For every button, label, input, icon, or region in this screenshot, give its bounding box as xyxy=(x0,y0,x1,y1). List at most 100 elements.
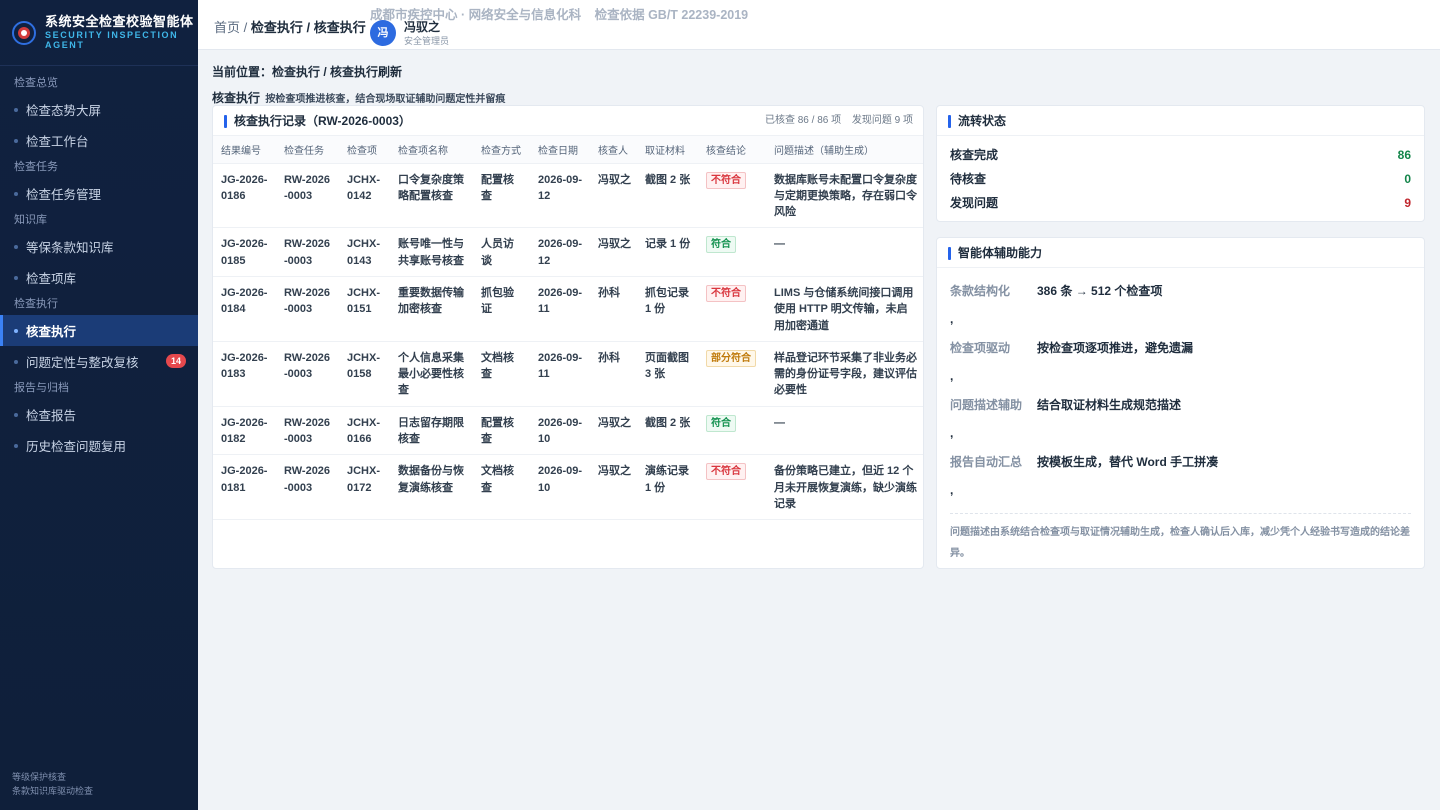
capability-separator: , xyxy=(950,426,954,440)
flow-status-row: 核查完成 86 xyxy=(937,143,1424,167)
cell-date: 2026-09-10 xyxy=(530,454,590,521)
cell-checker: 冯驭之 xyxy=(590,454,637,521)
sidebar-item[interactable]: 核查执行 xyxy=(0,315,198,346)
table-row[interactable]: JG-2026-0186 RW-2026-0003 JCHX-0142 口令复杂度策略… xyxy=(213,163,923,229)
capability-row: 条款结构化 386 条 → 512 个检查项 xyxy=(937,279,1424,302)
flow-status-label: 核查完成 xyxy=(950,148,999,162)
cell-checker: 冯驭之 xyxy=(590,163,637,229)
cell-name: 重要数据传输加密核查 xyxy=(390,276,473,342)
sidebar-item-label: 检查项库 xyxy=(26,272,77,286)
sidebar-item[interactable]: 检查任务管理 xyxy=(0,178,198,209)
cell-date: 2026-09-12 xyxy=(530,163,590,229)
cell-method: 文档核查 xyxy=(473,341,530,407)
sidebar-item[interactable]: 历史检查问题复用 xyxy=(0,430,198,461)
sidebar-item-label: 历史检查问题复用 xyxy=(26,440,127,454)
capability-row: 问题描述辅助 结合取证材料生成规范描述 xyxy=(937,393,1424,416)
user-role: 安全管理员 xyxy=(404,36,450,46)
sidebar-item-label: 检查工作台 xyxy=(26,135,89,149)
records-card-title: 核查执行记录（RW-2026-0003） 已核查 86 / 86 项 发现问题 … xyxy=(213,106,923,136)
capability-separator: , xyxy=(950,483,954,497)
cell-item: JCHX-0142 xyxy=(339,163,390,229)
count-badge: 14 xyxy=(165,354,186,368)
cell-method: 配置核查 xyxy=(473,406,530,456)
cell-item: JCHX-0143 xyxy=(339,227,390,277)
result-tag: 符合 xyxy=(706,236,736,254)
flow-status-title: 流转状态 xyxy=(937,106,1424,136)
user-name[interactable]: 冯驭之 xyxy=(404,18,440,35)
sidebar-item[interactable]: 检查项库 xyxy=(0,262,198,293)
sidebar-item[interactable]: 问题定性与整改复核 14 xyxy=(0,346,198,377)
cell-description: 样品登记环节采集了非业务必需的身份证号字段，建议评估必要性 xyxy=(766,341,923,407)
cell-name: 个人信息采集最小必要性核查 xyxy=(390,341,473,407)
cell-description: — xyxy=(766,227,923,277)
flow-status-row: 待核查 0 xyxy=(937,167,1424,191)
capability-card: 智能体辅助能力 条款结构化 386 条 → 512 个检查项, 检查项驱动 按检查项逐… xyxy=(936,237,1425,569)
breadcrumb-home[interactable]: 首页 xyxy=(214,20,240,35)
cell-task: RW-2026-0003 xyxy=(276,341,339,407)
cell-evidence: 截图 2 张 xyxy=(637,163,698,229)
table-row[interactable]: JG-2026-0184 RW-2026-0003 JCHX-0151 重要数据传输加… xyxy=(213,276,923,342)
column-header: 检查日期 xyxy=(530,136,590,164)
avatar[interactable]: 冯 xyxy=(370,20,396,46)
sidebar-footer-line1: 等级保护核查 xyxy=(12,772,67,782)
org-name: 成都市疾控中心 · 网络安全与信息化科 xyxy=(370,8,582,22)
result-tag: 不符合 xyxy=(706,284,746,302)
sidebar-item-label: 核查执行 xyxy=(26,325,77,339)
cell-result: 不符合 xyxy=(698,276,766,342)
cell-evidence: 记录 1 份 xyxy=(637,227,698,277)
cell-id: JG-2026-0186 xyxy=(213,163,276,229)
table-row[interactable]: JG-2026-0182 RW-2026-0003 JCHX-0166 日志留存期限核… xyxy=(213,406,923,456)
breadcrumb-separator: / xyxy=(240,20,251,35)
cell-item: JCHX-0172 xyxy=(339,454,390,521)
result-tag: 部分符合 xyxy=(706,349,756,367)
cell-checker: 孙科 xyxy=(590,341,637,407)
cell-checker: 冯驭之 xyxy=(590,227,637,277)
sidebar-item[interactable]: 检查态势大屏 xyxy=(0,94,198,125)
flow-status-value: 86 xyxy=(1397,148,1411,162)
flow-status-label: 待核查 xyxy=(950,172,987,186)
table-row[interactable]: JG-2026-0185 RW-2026-0003 JCHX-0143 账号唯一性与共… xyxy=(213,227,923,277)
flow-status-label: 发现问题 xyxy=(950,196,999,210)
nav-group-label: 知识库 xyxy=(14,214,47,226)
sidebar-item-label: 检查报告 xyxy=(26,409,77,423)
column-header: 检查方式 xyxy=(473,136,530,164)
cell-date: 2026-09-10 xyxy=(530,406,590,456)
cell-name: 账号唯一性与共享账号核查 xyxy=(390,227,473,277)
result-tag: 不符合 xyxy=(706,463,746,481)
brand-title: 系统安全检查校验智能体 xyxy=(45,13,194,29)
cell-evidence: 截图 2 张 xyxy=(637,406,698,456)
stat-issues: 发现问题 9 项 xyxy=(851,115,913,126)
table-row[interactable]: JG-2026-0183 RW-2026-0003 JCHX-0158 个人信息采集最… xyxy=(213,341,923,407)
bullet-dot-icon xyxy=(14,412,18,417)
brand-subtitle-line2: AGENT xyxy=(45,39,85,50)
bullet-dot-icon xyxy=(14,191,18,196)
records-stats: 已核查 86 / 86 项 发现问题 9 项 xyxy=(757,106,913,136)
cell-date: 2026-09-11 xyxy=(530,276,590,342)
result-tag: 符合 xyxy=(706,414,736,432)
cell-task: RW-2026-0003 xyxy=(276,163,339,229)
cell-item: JCHX-0166 xyxy=(339,406,390,456)
top-header: 首页 / 检查执行 / 核查执行 成都市疾控中心 · 网络安全与信息化科 检查依… xyxy=(198,0,1440,50)
sidebar-item[interactable]: 检查报告 xyxy=(0,399,198,430)
capability-value: 结合取证材料生成规范描述 xyxy=(1037,398,1182,412)
sidebar-item[interactable]: 检查工作台 xyxy=(0,125,198,156)
cell-id: JG-2026-0181 xyxy=(213,454,276,521)
capability-note: 问题描述由系统结合检查项与取证情况辅助生成，检查人确认后入库，减少凭个人经验书写… xyxy=(950,513,1411,564)
table-row[interactable]: JG-2026-0181 RW-2026-0003 JCHX-0172 数据备份与恢复… xyxy=(213,454,923,521)
column-header: 检查项名称 xyxy=(390,136,473,164)
cell-result: 符合 xyxy=(698,227,766,277)
cell-description: 备份策略已建立，但近 12 个月未开展恢复演练，缺少演练记录 xyxy=(766,454,923,521)
cell-method: 人员访谈 xyxy=(473,227,530,277)
cell-checker: 孙科 xyxy=(590,276,637,342)
cell-method: 文档核查 xyxy=(473,454,530,521)
bullet-dot-icon xyxy=(14,443,18,448)
capability-label: 报告自动汇总 xyxy=(950,455,1023,469)
check-basis: 检查依据 GB/T 22239-2019 xyxy=(594,8,749,22)
page-description: 按检查项推进核查，结合现场取证辅助问题定性并留痕 xyxy=(265,94,506,105)
cell-evidence: 页面截图 3 张 xyxy=(637,341,698,407)
capability-row: 检查项驱动 按检查项逐项推进，避免遗漏 xyxy=(937,336,1424,359)
cell-result: 不符合 xyxy=(698,163,766,229)
sidebar-item[interactable]: 等保条款知识库 xyxy=(0,231,198,262)
capability-row: 报告自动汇总 按模板生成，替代 Word 手工拼凑 xyxy=(937,450,1424,473)
brand: 系统安全检查校验智能体 SECURITY INSPECTION AGENT xyxy=(0,0,198,66)
